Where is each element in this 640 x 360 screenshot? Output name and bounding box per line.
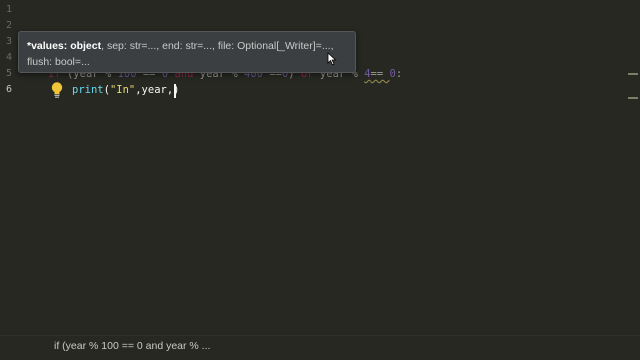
line-number: 3 [5,36,12,47]
scrollbar-marker[interactable] [628,97,638,99]
tooltip-line-1: *values: object, sep: str=..., end: str=… [27,38,347,54]
tooltip-signature: , sep: str=..., end: str=..., file: Opti… [101,40,334,52]
scrollbar-marker[interactable] [628,73,638,75]
breadcrumb-context[interactable]: if (year % 100 == 0 and year % ... [54,340,210,352]
line-number: 4 [5,52,12,63]
mouse-pointer-icon [327,51,337,66]
code-text: ,year,) [135,84,180,96]
code-text: : [395,68,403,80]
text-caret [174,84,176,98]
line-number-active: 6 [5,84,12,95]
line-number: 5 [5,68,12,79]
line-number: 1 [5,4,12,15]
code-line-6[interactable]: print("In",year,) [72,82,180,98]
lightbulb-icon[interactable] [50,81,64,99]
string-literal: "In" [109,84,136,96]
function-print: print [72,84,104,96]
current-parameter: *values: object [27,40,102,52]
parameter-info-tooltip: *values: object, sep: str=..., end: str=… [18,31,356,73]
code-text-warning: == [370,68,390,80]
tooltip-line-2: flush: bool=... [27,56,90,68]
status-bar: if (year % 100 == 0 and year % ... [0,335,640,360]
line-number: 2 [5,20,12,31]
